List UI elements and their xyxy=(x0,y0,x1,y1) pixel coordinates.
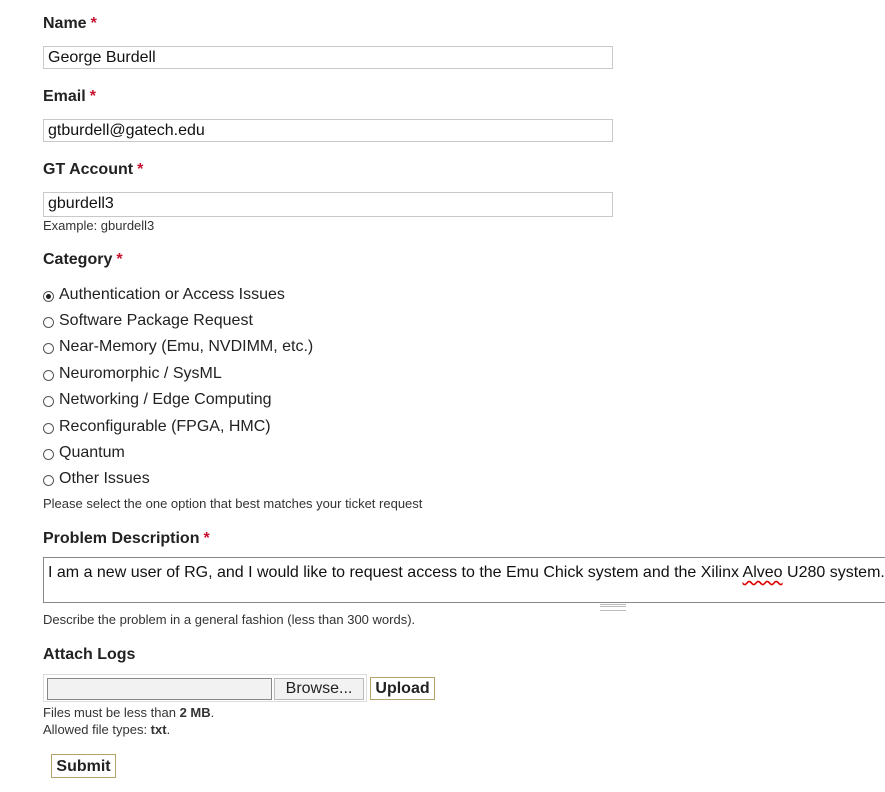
file-types-help: Allowed file types: txt. xyxy=(43,722,171,737)
category-option-neuromorphic[interactable]: Neuromorphic / SysML xyxy=(43,364,222,384)
gt-account-input[interactable]: gburdell3 xyxy=(43,192,613,217)
radio-icon[interactable] xyxy=(43,395,54,407)
category-help: Please select the one option that best m… xyxy=(43,496,423,511)
radio-icon[interactable] xyxy=(43,474,54,486)
name-input[interactable]: George Burdell xyxy=(43,46,613,69)
gt-account-help: Example: gburdell3 xyxy=(43,218,155,233)
category-option-near-memory[interactable]: Near-Memory (Emu, NVDIMM, etc.) xyxy=(43,337,313,357)
submit-button[interactable]: Submit xyxy=(51,754,116,778)
attach-logs-label: Attach Logs xyxy=(43,646,136,663)
email-input[interactable]: gtburdell@gatech.edu xyxy=(43,119,613,142)
required-mark: * xyxy=(203,530,210,547)
category-label: Category * xyxy=(43,251,123,268)
radio-icon[interactable] xyxy=(43,342,54,354)
upload-button[interactable]: Upload xyxy=(370,677,435,700)
radio-icon[interactable] xyxy=(43,316,54,328)
gt-account-label: GT Account * xyxy=(43,161,144,178)
resize-grip-icon[interactable] xyxy=(600,604,626,611)
browse-button[interactable]: Browse... xyxy=(274,678,364,700)
problem-help: Describe the problem in a general fashio… xyxy=(43,612,416,627)
category-option-reconfigurable[interactable]: Reconfigurable (FPGA, HMC) xyxy=(43,417,271,437)
file-size-help: Files must be less than 2 MB. xyxy=(43,705,215,720)
radio-icon[interactable] xyxy=(43,448,54,460)
email-label: Email * xyxy=(43,88,96,105)
required-mark: * xyxy=(137,161,144,178)
problem-textarea[interactable]: I am a new user of RG, and I would like … xyxy=(43,557,885,603)
required-mark: * xyxy=(90,15,97,32)
category-option-auth[interactable]: Authentication or Access Issues xyxy=(43,285,285,305)
file-name-field[interactable] xyxy=(47,678,272,700)
radio-icon[interactable] xyxy=(43,422,54,434)
required-mark: * xyxy=(89,88,96,105)
category-option-networking[interactable]: Networking / Edge Computing xyxy=(43,390,272,410)
category-option-software[interactable]: Software Package Request xyxy=(43,311,253,331)
radio-icon[interactable] xyxy=(43,369,54,381)
name-label: Name * xyxy=(43,15,97,32)
problem-label: Problem Description * xyxy=(43,530,210,547)
category-option-other[interactable]: Other Issues xyxy=(43,469,150,489)
required-mark: * xyxy=(116,251,123,268)
file-input[interactable]: Browse... xyxy=(43,674,367,702)
radio-checked-icon[interactable] xyxy=(43,290,54,302)
category-option-quantum[interactable]: Quantum xyxy=(43,443,125,463)
